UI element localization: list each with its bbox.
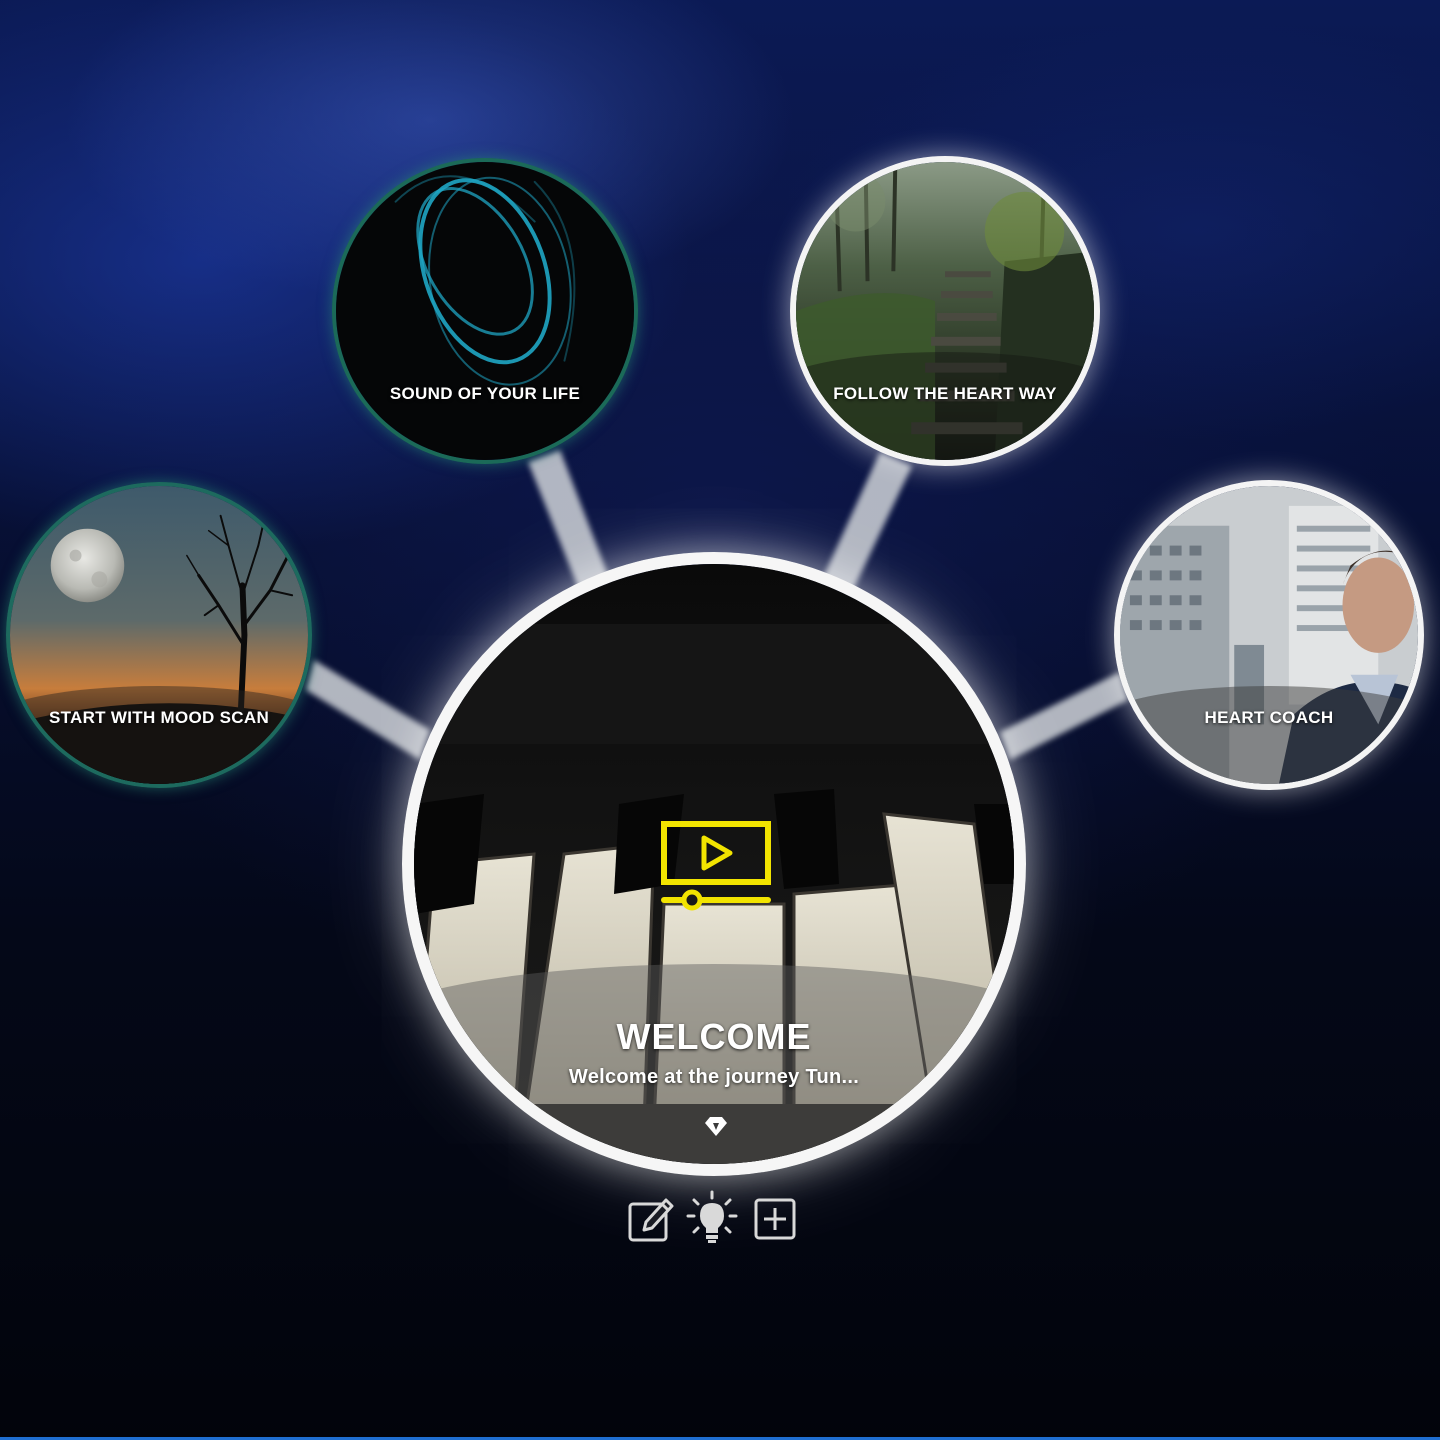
sound-of-your-life-node[interactable]: SOUND OF YOUR LIFE [332, 158, 638, 464]
heart-coach-node[interactable]: HEART COACH [1114, 480, 1424, 790]
video-play-icon[interactable] [660, 820, 772, 916]
sound-of-your-life-label: SOUND OF YOUR LIFE [389, 384, 581, 403]
label-band [796, 352, 1094, 460]
lightbulb-icon [686, 1190, 738, 1243]
idea-button[interactable] [686, 1190, 738, 1246]
connector-coach [1000, 672, 1128, 760]
follow-the-heart-way-node[interactable]: FOLLOW THE HEART WAY [790, 156, 1100, 466]
edit-button[interactable] [624, 1190, 676, 1246]
diamond-icon [704, 1114, 728, 1138]
welcome-subtitle: Welcome at the journey Tun... [568, 1066, 860, 1088]
light-swirl-image [336, 162, 634, 460]
label-band [1120, 686, 1418, 784]
welcome-node[interactable]: WELCOME Welcome at the journey Tun... [402, 552, 1026, 1176]
pencil-edit-icon [628, 1198, 674, 1242]
plus-square-icon [754, 1198, 796, 1240]
mood-scan-node[interactable]: START WITH MOOD SCAN [6, 482, 312, 788]
connector-mood [306, 660, 430, 760]
welcome-title: WELCOME [616, 1016, 812, 1057]
mind-map-canvas: START WITH MOOD SCAN SOUND OF YOUR LIFE [0, 0, 1440, 1440]
label-band [10, 686, 308, 784]
add-button[interactable] [750, 1190, 802, 1246]
node-toolbar [624, 1190, 804, 1246]
follow-the-heart-way-label: FOLLOW THE HEART WAY [833, 384, 1057, 403]
heart-coach-label: HEART COACH [1204, 708, 1334, 727]
mood-scan-label: START WITH MOOD SCAN [48, 708, 270, 727]
